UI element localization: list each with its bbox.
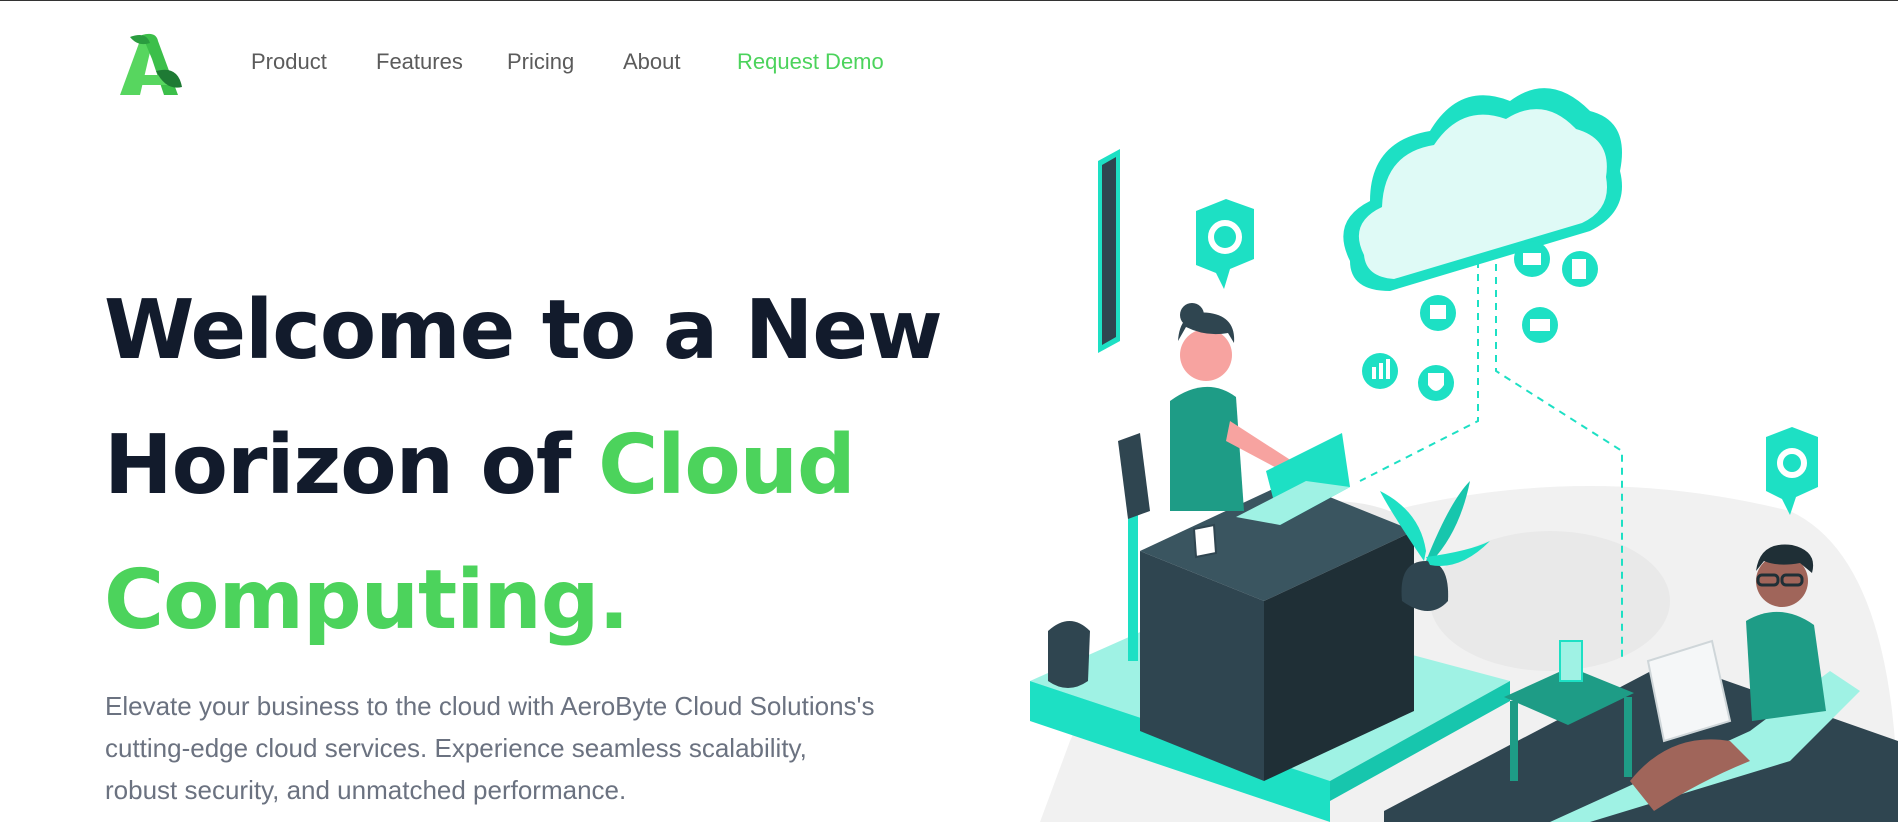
- request-demo-link[interactable]: Request Demo: [737, 49, 884, 75]
- coffee-cup-icon: [1192, 523, 1218, 559]
- hero-description: Elevate your business to the cloud with …: [105, 691, 875, 805]
- nav-link-about[interactable]: About: [623, 49, 681, 75]
- hero-title-accent-cloud: Cloud: [598, 418, 856, 513]
- hero-title-line-2-prefix: Horizon of: [104, 418, 599, 513]
- nav-link-features[interactable]: Features: [376, 49, 463, 75]
- hero-title-line-2: Horizon of Cloud: [104, 398, 1004, 533]
- nav-link-product[interactable]: Product: [251, 49, 327, 75]
- gear-bubble-icon: [1196, 199, 1254, 289]
- window-panel-icon: [1098, 149, 1120, 353]
- gear-bubble-right-icon: [1766, 427, 1818, 515]
- nav-link-pricing[interactable]: Pricing: [507, 49, 574, 75]
- hero-title: Welcome to a New Horizon of Cloud Comput…: [104, 263, 1004, 668]
- stool-icon: [1048, 621, 1090, 688]
- cloud-workspace-illustration: [1030, 88, 1898, 822]
- hero-title-accent-computing: Computing.: [104, 553, 630, 648]
- hero-title-line-1: Welcome to a New: [104, 283, 943, 378]
- aerobyte-logo-icon[interactable]: [116, 31, 184, 97]
